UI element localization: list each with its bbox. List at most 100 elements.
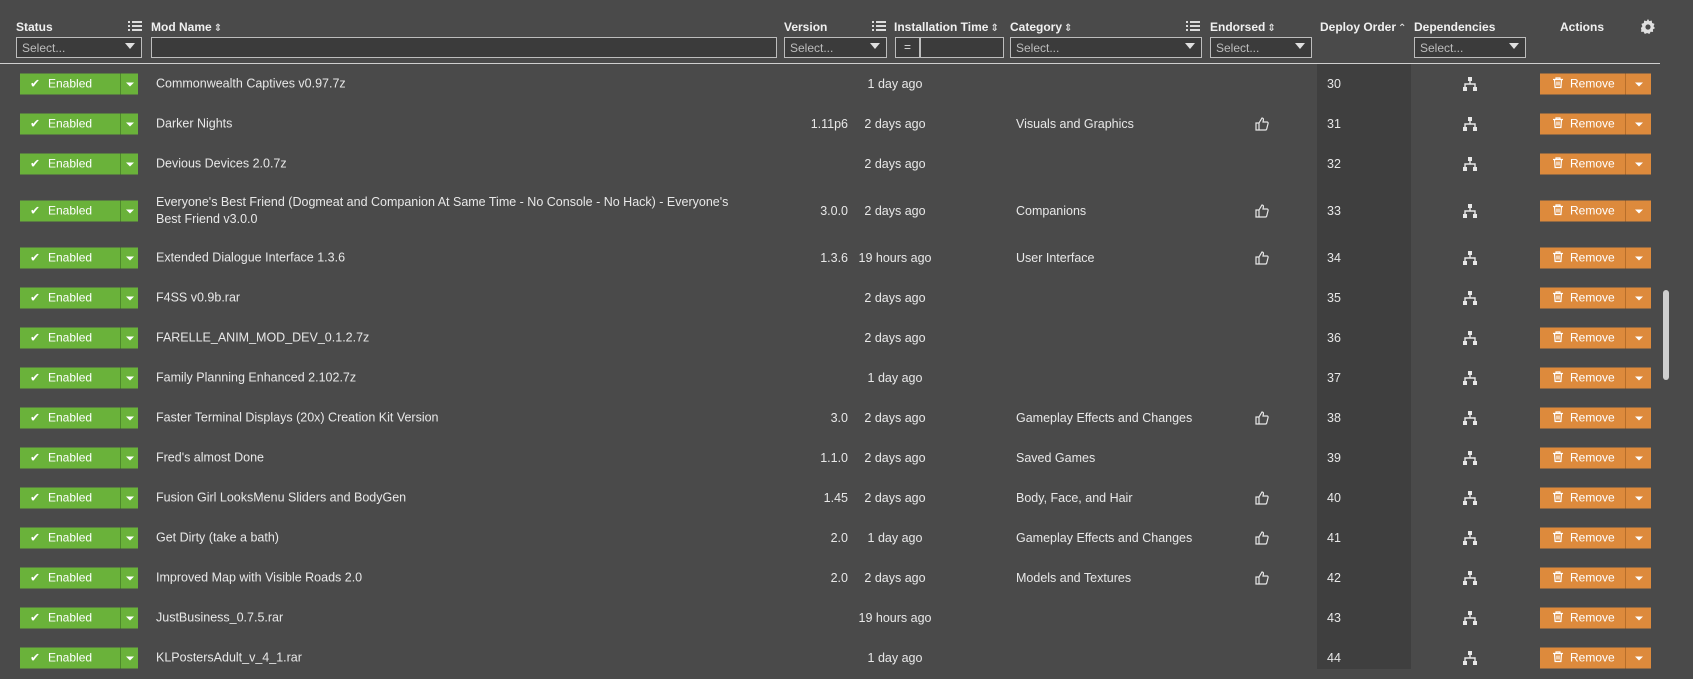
- status-dropdown-button[interactable]: [120, 327, 138, 349]
- version-list-icon[interactable]: [872, 19, 886, 31]
- remove-button-group[interactable]: Remove: [1540, 487, 1651, 509]
- table-row[interactable]: ✔ Enabled FARELLE_ANIM_MOD_DEV_0.1.2.7z 2…: [0, 318, 1660, 358]
- deploy-order-header[interactable]: Deploy Order ⌃: [1320, 20, 1406, 34]
- enabled-button[interactable]: ✔ Enabled: [20, 113, 120, 135]
- remove-button-group[interactable]: Remove: [1540, 567, 1651, 589]
- remove-dropdown-button[interactable]: [1625, 153, 1651, 175]
- remove-button[interactable]: Remove: [1540, 407, 1625, 429]
- status-dropdown-button[interactable]: [120, 73, 138, 95]
- status-toggle[interactable]: ✔ Enabled: [20, 113, 138, 135]
- mod-name-header[interactable]: Mod Name ⇕: [151, 20, 222, 34]
- enabled-button[interactable]: ✔ Enabled: [20, 527, 120, 549]
- remove-dropdown-button[interactable]: [1625, 200, 1651, 222]
- status-header[interactable]: Status: [16, 20, 53, 34]
- enabled-button[interactable]: ✔ Enabled: [20, 200, 120, 222]
- status-dropdown-button[interactable]: [120, 607, 138, 629]
- dependencies-header[interactable]: Dependencies: [1414, 20, 1495, 34]
- table-row[interactable]: ✔ Enabled Faster Terminal Displays (20x) …: [0, 398, 1660, 438]
- remove-button-group[interactable]: Remove: [1540, 607, 1651, 629]
- thumbs-up-icon[interactable]: [1255, 204, 1269, 218]
- remove-button-group[interactable]: Remove: [1540, 287, 1651, 309]
- thumbs-up-icon[interactable]: [1255, 531, 1269, 545]
- status-dropdown-button[interactable]: [120, 247, 138, 269]
- enabled-button[interactable]: ✔ Enabled: [20, 287, 120, 309]
- remove-dropdown-button[interactable]: [1625, 527, 1651, 549]
- remove-button[interactable]: Remove: [1540, 287, 1625, 309]
- status-toggle[interactable]: ✔ Enabled: [20, 527, 138, 549]
- remove-dropdown-button[interactable]: [1625, 73, 1651, 95]
- remove-button-group[interactable]: Remove: [1540, 73, 1651, 95]
- status-toggle[interactable]: ✔ Enabled: [20, 407, 138, 429]
- remove-dropdown-button[interactable]: [1625, 447, 1651, 469]
- scrollbar-thumb[interactable]: [1663, 290, 1669, 380]
- status-dropdown-button[interactable]: [120, 153, 138, 175]
- dependency-tree-icon[interactable]: [1462, 570, 1478, 586]
- remove-button-group[interactable]: Remove: [1540, 447, 1651, 469]
- remove-button-group[interactable]: Remove: [1540, 367, 1651, 389]
- thumbs-up-icon[interactable]: [1255, 117, 1269, 131]
- enabled-button[interactable]: ✔ Enabled: [20, 607, 120, 629]
- status-toggle[interactable]: ✔ Enabled: [20, 367, 138, 389]
- status-dropdown-button[interactable]: [120, 200, 138, 222]
- endorsed-filter-select[interactable]: Select...: [1210, 37, 1312, 58]
- status-toggle[interactable]: ✔ Enabled: [20, 153, 138, 175]
- table-row[interactable]: ✔ Enabled JustBusiness_0.7.5.rar 19 hours…: [0, 598, 1660, 638]
- status-toggle[interactable]: ✔ Enabled: [20, 487, 138, 509]
- table-row[interactable]: ✔ Enabled Fusion Girl LooksMenu Sliders a…: [0, 478, 1660, 518]
- dependency-tree-icon[interactable]: [1462, 203, 1478, 219]
- remove-button[interactable]: Remove: [1540, 487, 1625, 509]
- remove-button[interactable]: Remove: [1540, 447, 1625, 469]
- enabled-button[interactable]: ✔ Enabled: [20, 487, 120, 509]
- remove-button[interactable]: Remove: [1540, 647, 1625, 669]
- remove-button-group[interactable]: Remove: [1540, 153, 1651, 175]
- dependency-tree-icon[interactable]: [1462, 370, 1478, 386]
- status-dropdown-button[interactable]: [120, 447, 138, 469]
- enabled-button[interactable]: ✔ Enabled: [20, 247, 120, 269]
- status-dropdown-button[interactable]: [120, 367, 138, 389]
- enabled-button[interactable]: ✔ Enabled: [20, 327, 120, 349]
- dependency-tree-icon[interactable]: [1462, 490, 1478, 506]
- dependency-tree-icon[interactable]: [1462, 76, 1478, 92]
- status-toggle[interactable]: ✔ Enabled: [20, 567, 138, 589]
- enabled-button[interactable]: ✔ Enabled: [20, 407, 120, 429]
- remove-button-group[interactable]: Remove: [1540, 527, 1651, 549]
- category-filter-select[interactable]: Select...: [1010, 37, 1202, 58]
- enabled-button[interactable]: ✔ Enabled: [20, 447, 120, 469]
- status-dropdown-button[interactable]: [120, 527, 138, 549]
- status-toggle[interactable]: ✔ Enabled: [20, 73, 138, 95]
- remove-button[interactable]: Remove: [1540, 607, 1625, 629]
- status-dropdown-button[interactable]: [120, 287, 138, 309]
- dependency-tree-icon[interactable]: [1462, 610, 1478, 626]
- remove-button[interactable]: Remove: [1540, 327, 1625, 349]
- status-dropdown-button[interactable]: [120, 567, 138, 589]
- table-row[interactable]: ✔ Enabled KLPostersAdult_v_4_1.rar 1 day …: [0, 638, 1660, 678]
- status-toggle[interactable]: ✔ Enabled: [20, 607, 138, 629]
- dependency-tree-icon[interactable]: [1462, 650, 1478, 666]
- remove-button[interactable]: Remove: [1540, 73, 1625, 95]
- remove-button-group[interactable]: Remove: [1540, 113, 1651, 135]
- remove-dropdown-button[interactable]: [1625, 247, 1651, 269]
- remove-button-group[interactable]: Remove: [1540, 327, 1651, 349]
- dependency-tree-icon[interactable]: [1462, 450, 1478, 466]
- remove-dropdown-button[interactable]: [1625, 407, 1651, 429]
- remove-button[interactable]: Remove: [1540, 567, 1625, 589]
- remove-dropdown-button[interactable]: [1625, 113, 1651, 135]
- remove-dropdown-button[interactable]: [1625, 287, 1651, 309]
- status-filter-select[interactable]: Select...: [16, 37, 142, 58]
- table-row[interactable]: ✔ Enabled Darker Nights 1.11p6 2 days ago…: [0, 104, 1660, 144]
- table-row[interactable]: ✔ Enabled Devious Devices 2.0.7z 2 days a…: [0, 144, 1660, 184]
- gear-icon[interactable]: [1640, 19, 1656, 35]
- remove-button[interactable]: Remove: [1540, 247, 1625, 269]
- version-filter-select[interactable]: Select...: [784, 37, 887, 58]
- status-toggle[interactable]: ✔ Enabled: [20, 287, 138, 309]
- table-row[interactable]: ✔ Enabled F4SS v0.9b.rar 2 days ago 35 Re…: [0, 278, 1660, 318]
- mod-name-filter-input[interactable]: [151, 37, 777, 58]
- enabled-button[interactable]: ✔ Enabled: [20, 153, 120, 175]
- table-row[interactable]: ✔ Enabled Extended Dialogue Interface 1.3…: [0, 238, 1660, 278]
- thumbs-up-icon[interactable]: [1255, 411, 1269, 425]
- remove-button-group[interactable]: Remove: [1540, 647, 1651, 669]
- version-header[interactable]: Version: [784, 20, 827, 34]
- enabled-button[interactable]: ✔ Enabled: [20, 367, 120, 389]
- remove-dropdown-button[interactable]: [1625, 487, 1651, 509]
- status-toggle[interactable]: ✔ Enabled: [20, 247, 138, 269]
